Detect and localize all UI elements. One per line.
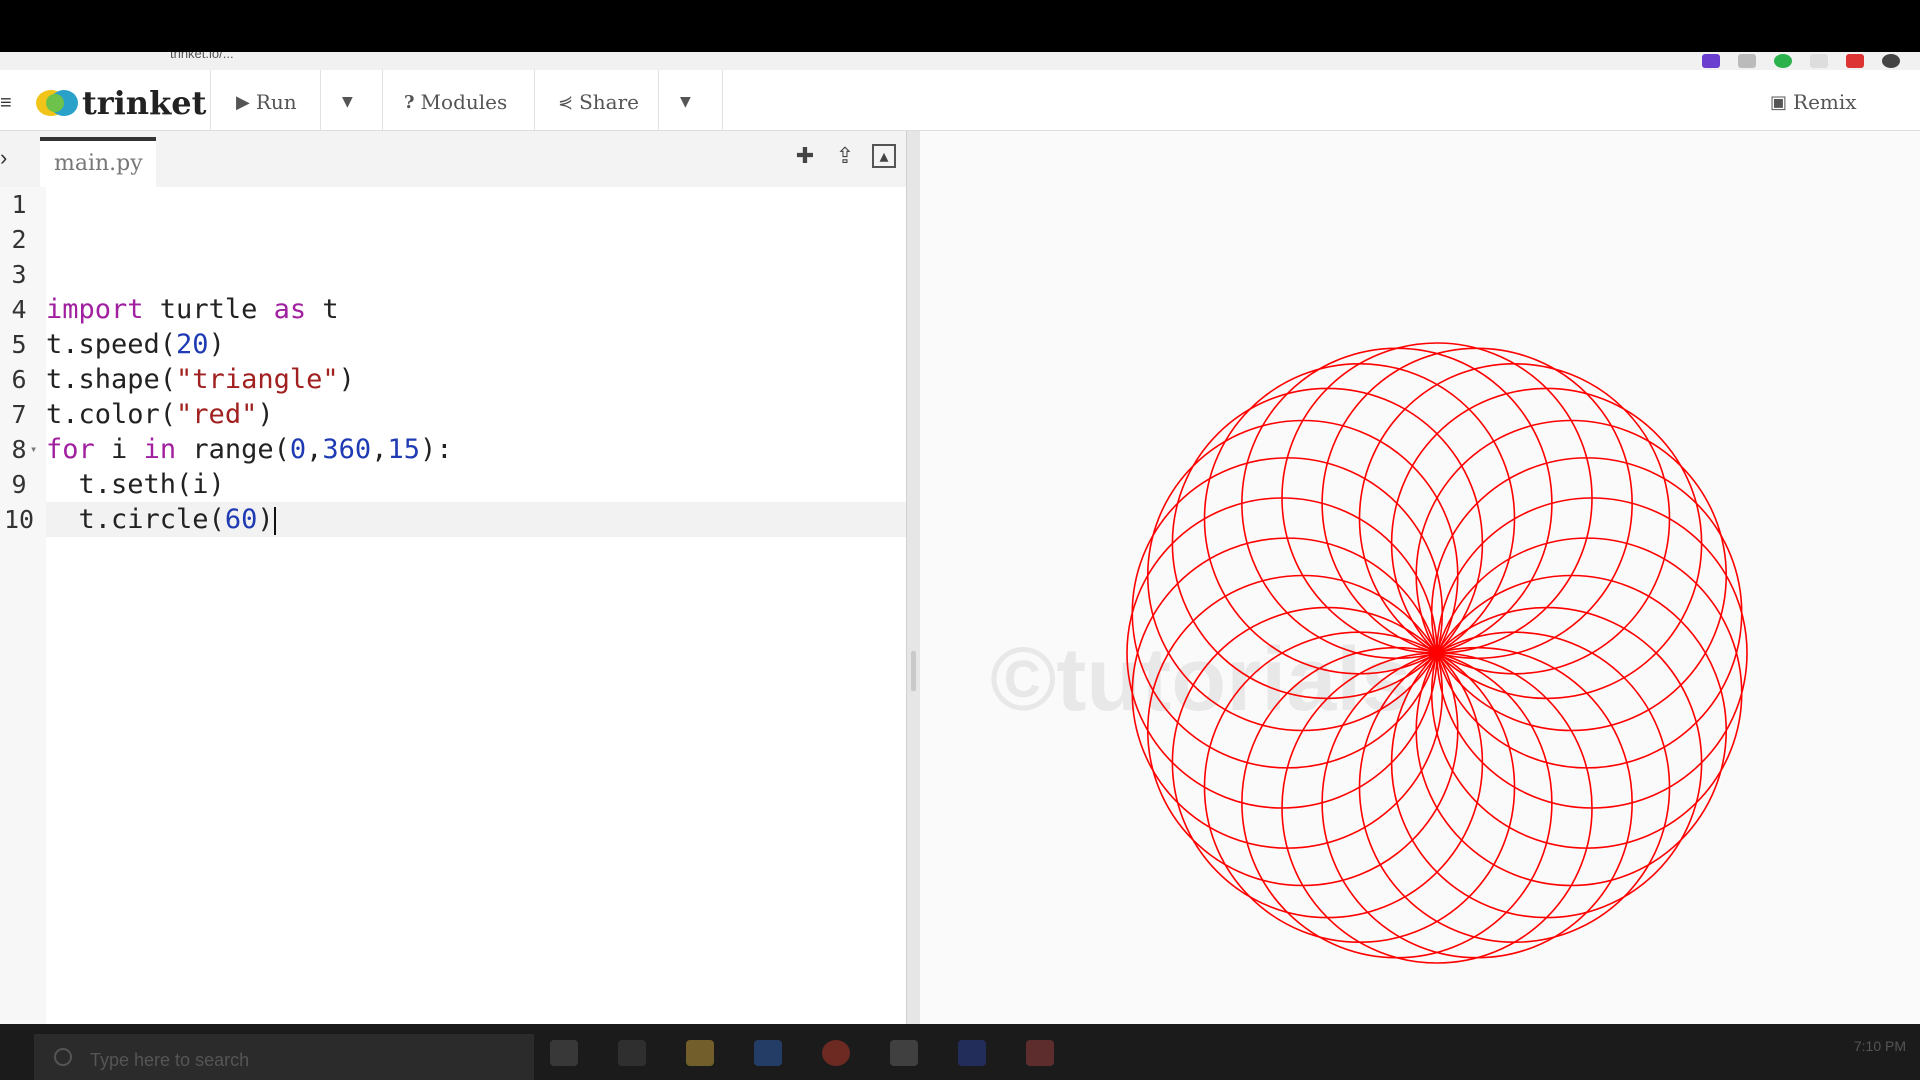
toolbar-divider [210,70,211,130]
run-button[interactable]: ▶ Run [236,86,297,118]
line-number: 10 [3,505,35,534]
clock[interactable]: 7:10 PM [1854,1038,1906,1054]
run-options-dropdown[interactable]: ▼ [342,86,353,118]
app-icon[interactable] [958,1040,986,1066]
remix-button[interactable]: ▣ Remix [1770,86,1857,118]
app-icon[interactable] [890,1040,918,1066]
question-icon: ? [404,91,415,113]
line-number: 9 [11,470,27,499]
code-line[interactable]: 1 [11,187,906,222]
chevron-down-icon: ▼ [680,94,691,110]
text-cursor [273,506,276,535]
line-number: 2 [11,225,27,254]
line-number: 7 [11,400,27,429]
search-icon [54,1048,72,1066]
share-options-dropdown[interactable]: ▼ [680,86,691,118]
code-line[interactable]: 3 [11,257,906,292]
search-placeholder: Type here to search [90,1050,250,1070]
trinket-toolbar: ≡ trinket ▶ Run ▼ ? Modules ⋞ Share ▼ ▣ … [0,70,1920,131]
panel-splitter[interactable] [906,131,921,1024]
code-area[interactable]: 1 2 3 4 import turtle as t 5 t.speed(20) 6… [4,187,906,1024]
image-icon[interactable]: ▴ [872,144,896,168]
chevron-down-icon: ▼ [342,94,353,110]
toolbar-divider [658,70,659,130]
chevron-right-icon[interactable]: › [0,145,7,171]
extension-icon[interactable] [1810,54,1828,68]
folder-icon[interactable] [686,1040,714,1066]
line-number: 5 [11,330,27,359]
trinket-logo-icon [36,88,78,118]
share-icon: ⋞ [558,91,574,113]
toolbar-divider [320,70,321,130]
app-icon[interactable] [618,1040,646,1066]
task-view-icon[interactable] [550,1040,578,1066]
trinket-logo-text: trinket [82,84,207,122]
taskbar-apps [550,1040,1054,1066]
modules-label: Modules [420,90,508,114]
code-line[interactable]: 9 t.seth(i) [11,467,906,502]
toolbar-divider [534,70,535,130]
modules-button[interactable]: ? Modules [404,86,507,118]
code-editor-panel: › main.py ✚ ⇪ ▴ 1 2 3 4 import turtle as … [0,131,906,1024]
turtle-output-canvas: ©tutorials [920,131,1920,1024]
code-line-active[interactable]: 10 t.circle(60) [4,502,906,537]
extension-icon[interactable] [1846,54,1864,68]
browser-top-bar [0,0,1920,60]
tab-main-py[interactable]: main.py [40,137,156,187]
upload-icon[interactable]: ⇪ [832,143,858,169]
windows-taskbar: Type here to search 7:10 PM [0,1024,1920,1080]
code-line[interactable]: 7 t.color("red") [11,397,906,432]
line-number: 6 [11,365,27,394]
line-number: 1 [11,190,27,219]
toolbar-divider [382,70,383,130]
profile-icon[interactable] [1882,54,1900,68]
splitter-grip[interactable] [911,651,916,691]
save-icon: ▣ [1770,91,1788,113]
extension-icon[interactable] [1738,54,1756,68]
remix-label: Remix [1793,90,1857,114]
spirograph-drawing [1126,342,1748,964]
run-label: Run [255,90,297,114]
app-icon[interactable] [1026,1040,1054,1066]
trinket-logo[interactable]: trinket [36,84,206,122]
browser-url[interactable]: trinket.io/... [170,52,234,61]
file-tab-bar: › main.py ✚ ⇪ ▴ [0,131,906,187]
play-icon: ▶ [236,91,250,113]
code-line[interactable]: 6 t.shape("triangle") [11,362,906,397]
add-file-icon[interactable]: ✚ [792,143,818,169]
line-number: 3 [11,260,27,289]
toolbar-divider [722,70,723,130]
browser-extension-icons [1702,54,1900,68]
code-line[interactable]: 5 t.speed(20) [11,327,906,362]
extension-icon[interactable] [1702,54,1720,68]
browser-icon[interactable] [822,1040,850,1066]
code-line[interactable]: 2 [11,222,906,257]
file-tools: ✚ ⇪ ▴ [792,143,896,169]
browser-url-strip: trinket.io/... [0,52,1920,70]
tab-label: main.py [54,151,143,176]
code-line[interactable]: 8 ▾ for i in range(0,360,15): [11,432,906,467]
hamburger-menu-icon[interactable]: ≡ [0,92,12,115]
fold-arrow-icon[interactable]: ▾ [30,432,37,467]
taskbar-search[interactable]: Type here to search [34,1034,534,1080]
share-label: Share [579,90,639,114]
app-icon[interactable] [754,1040,782,1066]
code-line[interactable]: 4 import turtle as t [11,292,906,327]
extension-icon[interactable] [1774,54,1792,68]
share-button[interactable]: ⋞ Share [558,86,639,118]
line-number: 4 [11,295,27,324]
